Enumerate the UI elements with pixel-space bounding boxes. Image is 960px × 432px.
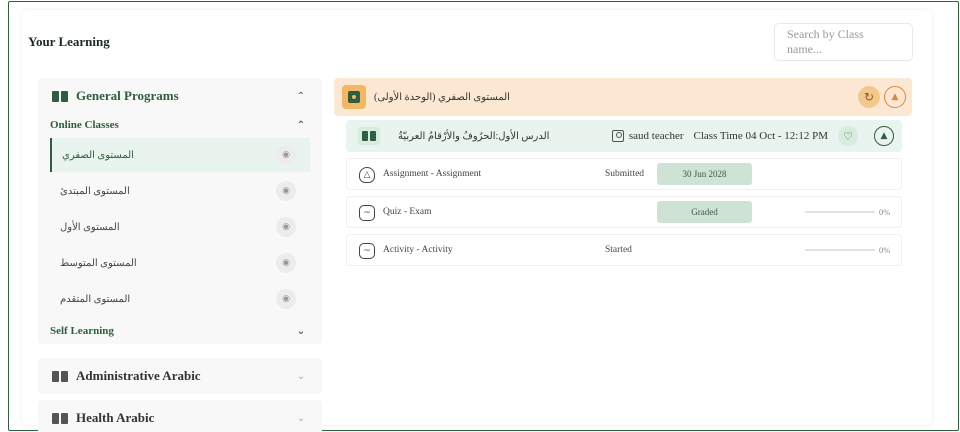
sidebar: General Programs ⌃ Online Classes ⌃ المس… — [38, 78, 322, 432]
class-item-label: المستوى الأول — [60, 221, 120, 233]
chevron-up-icon[interactable]: ⌃ — [294, 91, 308, 102]
chevron-up-icon[interactable]: ▲ — [884, 86, 906, 108]
level-logo-icon — [342, 85, 366, 109]
chart-icon: ~ — [359, 205, 375, 221]
chevron-down-icon: ⌄ — [296, 370, 306, 382]
progress-track — [805, 211, 875, 213]
eye-icon: ◉ — [276, 289, 296, 309]
class-item[interactable]: المستوى المتقدم ◉ — [50, 282, 310, 316]
date-badge: 30 Jun 2028 — [657, 163, 752, 185]
level-title: المستوى الصفري (الوحدة الأولى) — [374, 91, 510, 103]
progress-value: 0% — [879, 245, 891, 255]
page-title: Your Learning — [28, 34, 110, 49]
teacher-name: saud teacher — [628, 130, 684, 142]
online-classes-header[interactable]: Online Classes ⌃ — [38, 114, 322, 136]
heart-icon[interactable]: ♡ — [838, 126, 858, 146]
activity-label: Activity - Activity — [383, 245, 453, 255]
chart-icon: ~ — [359, 243, 375, 259]
program-label: General Programs — [76, 88, 179, 103]
chevron-down-icon: ⌄ — [296, 325, 306, 337]
class-item-label: المستوى الصفري — [62, 149, 134, 161]
search-input[interactable]: Search by Class name... — [774, 23, 913, 61]
chevron-down-icon: ⌄ — [296, 412, 306, 424]
class-item-label: المستوى المتوسط — [60, 257, 137, 269]
main-content: المستوى الصفري (الوحدة الأولى) ↻ ▲ الدرس… — [334, 78, 912, 266]
class-item-label: المستوى المتقدم — [60, 293, 131, 305]
progress-track — [805, 249, 875, 251]
refresh-icon[interactable]: ↻ — [858, 86, 880, 108]
activity-row[interactable]: △ Assignment - Assignment Submitted 30 J… — [346, 158, 902, 190]
lightbulb-icon: △ — [359, 167, 375, 183]
class-time: Class Time 04 Oct - 12:12 PM — [693, 130, 828, 142]
eye-icon: ◉ — [276, 181, 296, 201]
online-classes-label: Online Classes — [50, 119, 119, 131]
eye-icon: ◉ — [276, 217, 296, 237]
program-header-administrative[interactable]: Administrative Arabic ⌄ — [38, 358, 322, 394]
activity-status: Submitted — [605, 169, 645, 179]
activity-row[interactable]: ~ Activity - Activity Started 0% — [346, 234, 902, 266]
activity-status: Started — [605, 245, 632, 255]
level-header[interactable]: المستوى الصفري (الوحدة الأولى) ↻ ▲ — [334, 78, 912, 116]
eye-icon: ◉ — [276, 145, 296, 165]
book-icon — [52, 412, 68, 424]
teacher-icon — [611, 130, 624, 142]
self-learning-header[interactable]: Self Learning ⌄ — [38, 318, 322, 344]
general-programs-block: General Programs ⌃ Online Classes ⌃ المس… — [38, 78, 322, 344]
class-item-label: المستوى المبتدئ — [60, 185, 130, 197]
program-label: Administrative Arabic — [76, 368, 201, 383]
activity-label: Quiz - Exam — [383, 207, 432, 217]
class-item[interactable]: المستوى الأول ◉ — [50, 210, 310, 244]
program-header-general[interactable]: General Programs ⌃ — [38, 78, 322, 114]
book-icon — [52, 370, 68, 382]
progress-indicator: 0% — [805, 245, 890, 255]
class-item[interactable]: المستوى المبتدئ ◉ — [50, 174, 310, 208]
lesson-title: الدرس الأول:الحرُوفُ والأرْقامُ العربيّة… — [398, 130, 550, 142]
activity-label: Assignment - Assignment — [383, 169, 482, 179]
progress-value: 0% — [879, 207, 891, 217]
class-item[interactable]: المستوى الصفري ◉ — [50, 138, 310, 172]
class-item[interactable]: المستوى المتوسط ◉ — [50, 246, 310, 280]
self-learning-label: Self Learning — [50, 325, 114, 337]
eye-icon: ◉ — [276, 253, 296, 273]
book-icon — [52, 90, 68, 102]
chevron-up-icon: ⌃ — [296, 119, 306, 131]
progress-indicator: 0% — [805, 207, 890, 217]
status-badge: Graded — [657, 201, 752, 223]
lesson-row[interactable]: الدرس الأول:الحرُوفُ والأرْقامُ العربيّة… — [346, 120, 902, 152]
activity-row[interactable]: ~ Quiz - Exam Graded 0% — [346, 196, 902, 228]
book-icon — [358, 127, 380, 145]
program-header-health[interactable]: Health Arabic ⌄ — [38, 400, 322, 432]
program-label: Health Arabic — [76, 410, 155, 425]
chevron-up-icon[interactable]: ▲ — [874, 126, 894, 146]
